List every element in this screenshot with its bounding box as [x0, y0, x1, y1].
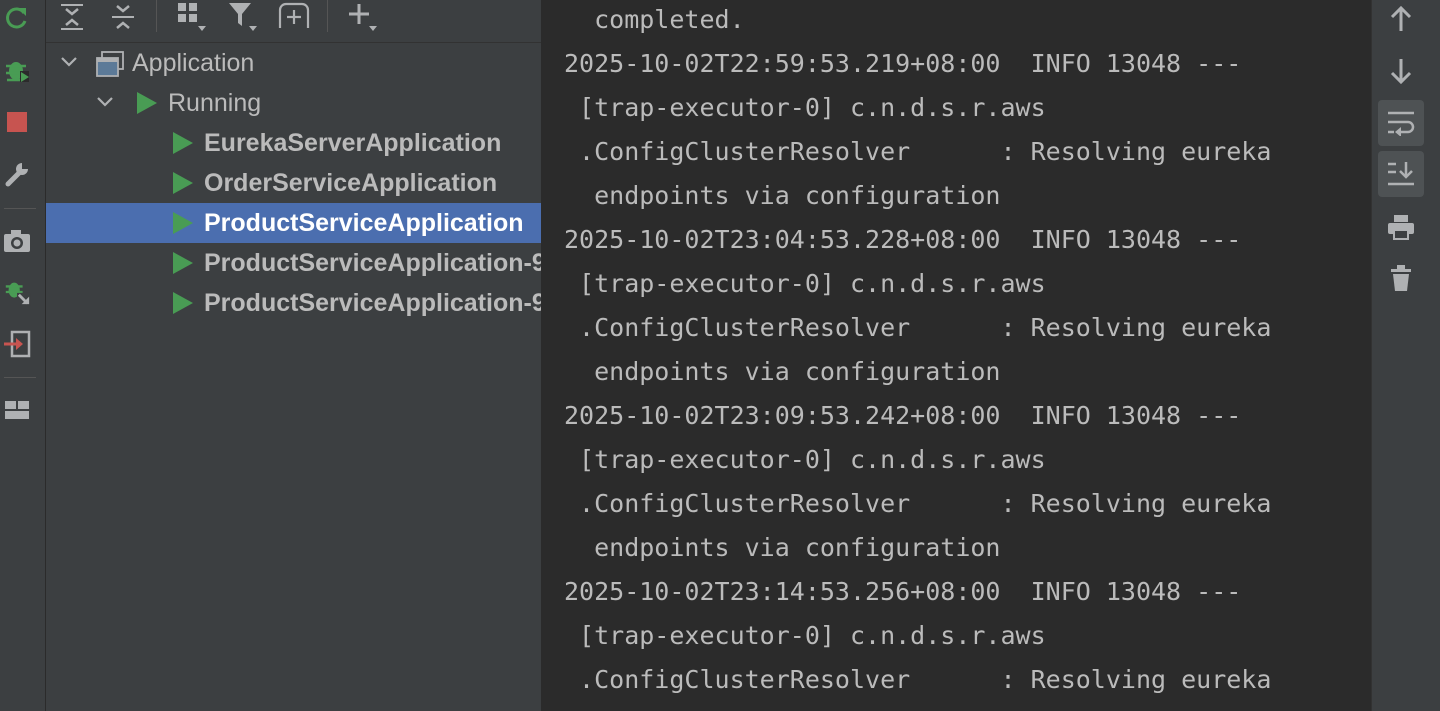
group-icon[interactable] — [176, 0, 208, 34]
clear-all-icon[interactable] — [1378, 255, 1424, 301]
tree-item-order-service[interactable]: OrderServiceApplication — [46, 163, 541, 203]
settings-wrench-icon[interactable] — [3, 160, 31, 188]
print-icon[interactable] — [1378, 204, 1424, 250]
tree-item-label: ProductServiceApplication — [204, 209, 524, 237]
console-line: .ConfigClusterResolver : Resolving eurek… — [564, 313, 1272, 342]
chevron-down-icon[interactable] — [60, 53, 78, 76]
import-icon[interactable] — [3, 330, 31, 358]
running-play-icon — [172, 131, 194, 160]
add-icon[interactable] — [347, 0, 379, 34]
layout-icon[interactable] — [3, 396, 31, 424]
console-line: [trap-executor-0] c.n.d.s.r.aws — [564, 621, 1046, 650]
stop-icon[interactable] — [3, 108, 31, 136]
debug-icon[interactable] — [3, 56, 31, 84]
screenshot-camera-icon[interactable] — [3, 227, 31, 255]
running-play-icon — [172, 171, 194, 200]
console-line: [trap-executor-0] c.n.d.s.r.aws — [564, 445, 1046, 474]
toolbar-separator — [327, 0, 328, 32]
running-play-icon — [172, 211, 194, 240]
application-window-icon — [96, 51, 124, 82]
console-line: completed. — [564, 5, 745, 34]
tree-item-product-service-9[interactable]: ProductServiceApplication-9 — [46, 283, 541, 323]
console-line: 2025-10-02T23:09:53.242+08:00 INFO 13048… — [564, 401, 1242, 430]
chevron-down-icon[interactable] — [96, 93, 114, 116]
tree-toolbar — [46, 0, 541, 43]
services-tree-panel: Application Running EurekaServerApplicat… — [46, 0, 541, 711]
tree-node-running[interactable]: Running — [46, 83, 541, 123]
console-line: 2025-10-02T23:14:53.256+08:00 INFO 13048… — [564, 577, 1242, 606]
attach-debugger-icon[interactable] — [3, 278, 31, 306]
console-line: .ConfigClusterResolver : Resolving eurek… — [564, 137, 1272, 166]
scroll-down-icon[interactable] — [1378, 48, 1424, 94]
console-line: endpoints via configuration — [564, 181, 1001, 210]
console-toolbar — [1371, 0, 1440, 711]
run-tool-window-toolbar — [0, 0, 46, 711]
toolbar-separator — [4, 208, 36, 209]
console-output[interactable]: completed. 2025-10-02T22:59:53.219+08:00… — [542, 0, 1371, 711]
new-run-config-icon[interactable] — [278, 0, 310, 34]
tree-node-label: Application — [132, 49, 255, 77]
tree-item-eureka-server[interactable]: EurekaServerApplication — [46, 123, 541, 163]
tree-item-label: OrderServiceApplication — [204, 169, 498, 197]
scroll-up-icon[interactable] — [1378, 0, 1424, 42]
collapse-all-icon[interactable] — [109, 0, 137, 34]
tree-item-label: ProductServiceApplication-9 — [204, 289, 541, 317]
console-line: .ConfigClusterResolver : Resolving eurek… — [564, 489, 1272, 518]
console-line: [trap-executor-0] c.n.d.s.r.aws — [564, 93, 1046, 122]
tree-node-label: Running — [168, 89, 262, 117]
toolbar-separator — [156, 0, 157, 32]
tree-item-label: ProductServiceApplication-9 — [204, 249, 541, 277]
console-line: 2025-10-02T22:59:53.219+08:00 INFO 13048… — [564, 49, 1242, 78]
tree-node-application[interactable]: Application — [46, 43, 541, 83]
console-line: endpoints via configuration — [564, 533, 1001, 562]
tree-item-product-service[interactable]: ProductServiceApplication — [46, 203, 541, 243]
toolbar-separator — [4, 377, 36, 378]
scroll-to-end-icon[interactable] — [1378, 151, 1424, 197]
tree-item-label: EurekaServerApplication — [204, 129, 502, 157]
console-line: endpoints via configuration — [564, 357, 1001, 386]
console-line: [trap-executor-0] c.n.d.s.r.aws — [564, 269, 1046, 298]
running-play-icon — [172, 251, 194, 280]
filter-icon[interactable] — [227, 0, 259, 34]
console-line: .ConfigClusterResolver : Resolving eurek… — [564, 665, 1272, 694]
console-line: 2025-10-02T23:04:53.228+08:00 INFO 13048… — [564, 225, 1242, 254]
expand-all-icon[interactable] — [58, 0, 86, 34]
running-play-icon — [172, 291, 194, 320]
running-play-icon — [136, 91, 158, 120]
tree-item-product-service-9[interactable]: ProductServiceApplication-9 — [46, 243, 541, 283]
soft-wrap-icon[interactable] — [1378, 100, 1424, 146]
rerun-icon[interactable] — [3, 4, 31, 32]
